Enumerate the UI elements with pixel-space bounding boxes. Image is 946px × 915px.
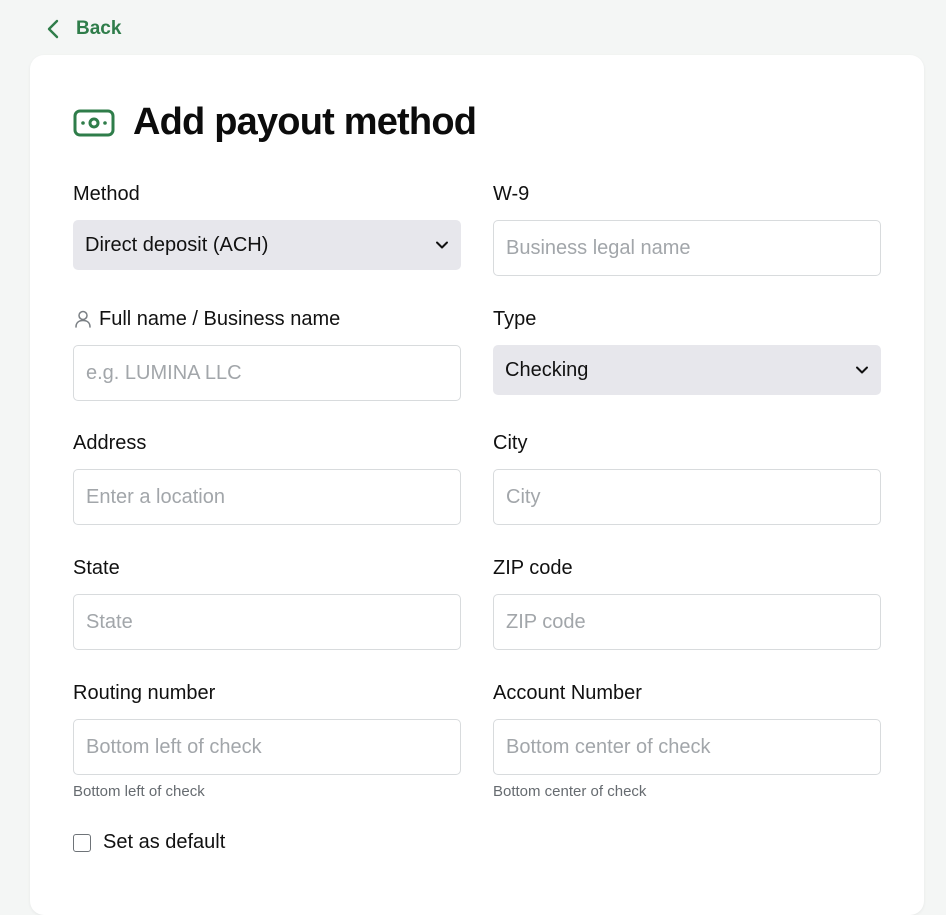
set-default-row[interactable]: Set as default: [73, 831, 225, 854]
user-icon: [75, 310, 91, 328]
routing-helper-text: Bottom left of check: [73, 783, 205, 800]
type-label: Type: [493, 307, 537, 330]
w9-input[interactable]: [493, 220, 881, 276]
zip-label: ZIP code: [493, 556, 573, 579]
routing-label: Routing number: [73, 681, 216, 704]
routing-input[interactable]: [73, 719, 461, 775]
type-select[interactable]: Checking: [493, 345, 881, 395]
city-field: City: [493, 431, 881, 525]
full-name-label-row: Full name / Business name: [73, 307, 461, 331]
state-field: State: [73, 556, 461, 650]
address-label: Address: [73, 431, 147, 454]
city-input[interactable]: [493, 469, 881, 525]
w9-field: W-9: [493, 182, 881, 276]
chevron-down-icon: [856, 366, 868, 374]
account-label: Account Number: [493, 681, 642, 704]
w9-label: W-9: [493, 182, 530, 205]
page-header: Add payout method: [73, 101, 477, 144]
address-input[interactable]: [73, 469, 461, 525]
chevron-left-icon: [47, 19, 59, 39]
chevron-down-icon: [436, 241, 448, 249]
state-label: State: [73, 556, 120, 579]
full-name-label: Full name / Business name: [99, 307, 341, 330]
zip-input[interactable]: [493, 594, 881, 650]
back-label: Back: [76, 18, 122, 39]
method-select[interactable]: Direct deposit (ACH): [73, 220, 461, 270]
address-field: Address: [73, 431, 461, 525]
back-link[interactable]: Back: [44, 18, 121, 40]
set-default-label: Set as default: [103, 831, 226, 853]
account-input[interactable]: [493, 719, 881, 775]
money-bill-icon: [73, 108, 115, 138]
method-field: Method Direct deposit (ACH): [73, 182, 461, 270]
zip-field: ZIP code: [493, 556, 881, 650]
method-label: Method: [73, 182, 140, 205]
payout-form-card: Add payout method Method Direct deposit …: [30, 55, 924, 915]
city-label: City: [493, 431, 528, 454]
type-field: Type Checking: [493, 307, 881, 395]
account-field: Account Number Bottom center of check: [493, 681, 881, 800]
full-name-field: Full name / Business name: [73, 307, 461, 401]
account-helper-text: Bottom center of check: [493, 783, 647, 800]
type-select-value: Checking: [505, 358, 589, 381]
method-select-value: Direct deposit (ACH): [85, 233, 269, 256]
full-name-input[interactable]: [73, 345, 461, 401]
state-input[interactable]: [73, 594, 461, 650]
page-title: Add payout method: [133, 101, 477, 143]
set-default-checkbox[interactable]: [73, 833, 91, 852]
routing-field: Routing number Bottom left of check: [73, 681, 461, 800]
